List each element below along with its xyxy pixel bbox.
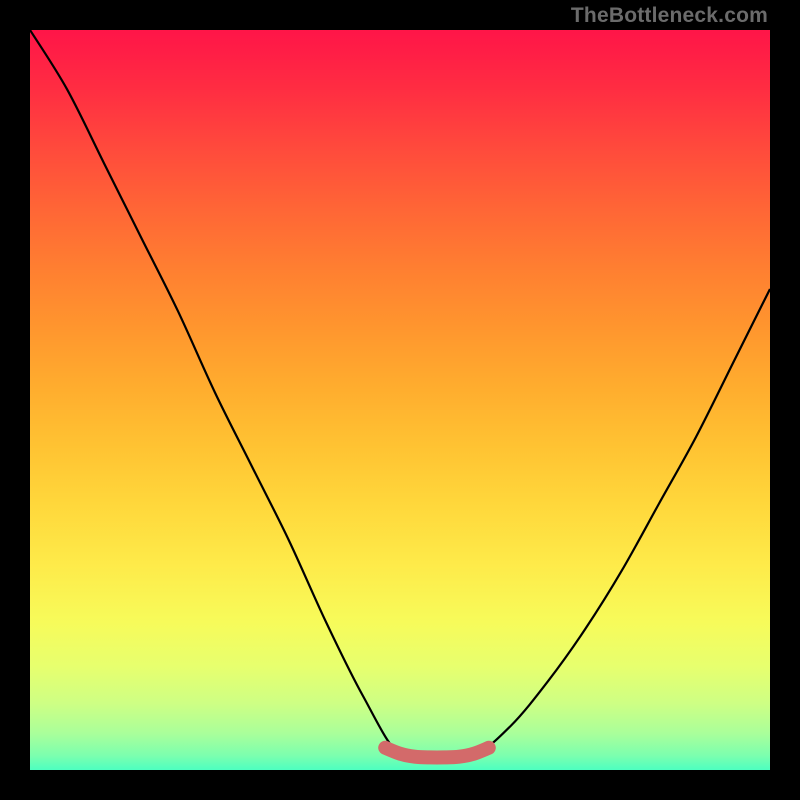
optimal-plateau-highlight [385, 748, 489, 758]
watermark-text: TheBottleneck.com [571, 4, 768, 28]
chart-container: TheBottleneck.com [0, 0, 800, 800]
chart-svg [30, 30, 770, 770]
bottleneck-curve-line [30, 30, 770, 760]
chart-plot-area [30, 30, 770, 770]
